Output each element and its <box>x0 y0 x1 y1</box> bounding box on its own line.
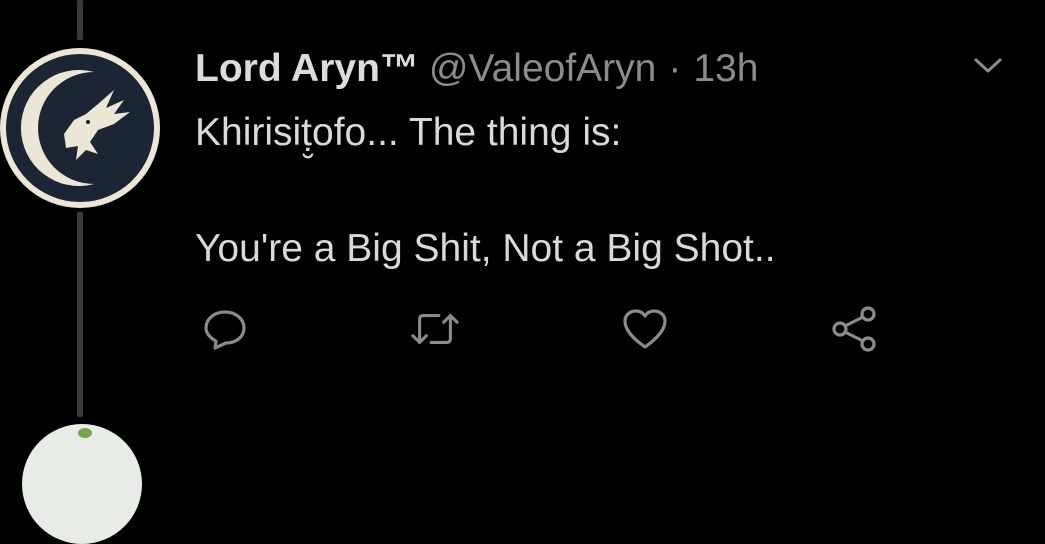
reply-button[interactable] <box>200 304 250 354</box>
tweet-actions <box>0 304 1045 354</box>
tweet-header: Lord Aryn™ @ValeofAryn · 13h <box>195 44 758 94</box>
next-tweet-avatar[interactable] <box>22 424 142 544</box>
share-icon <box>832 306 876 352</box>
user-handle[interactable]: @ValeofAryn <box>429 44 656 94</box>
share-button[interactable] <box>830 304 880 354</box>
paragraph-break <box>195 162 1015 220</box>
retweet-icon <box>411 314 459 344</box>
display-name[interactable]: Lord Aryn™ <box>195 44 419 94</box>
falcon-crest-icon <box>6 54 154 202</box>
separator-dot: · <box>668 47 682 90</box>
tweet-text: Khirisiṭ̮ofo... The thing is: You're a B… <box>195 104 1015 278</box>
timestamp[interactable]: 13h <box>693 44 758 94</box>
leaf-icon <box>78 428 92 438</box>
reply-icon <box>204 310 246 350</box>
thread-line-top <box>77 0 83 40</box>
like-button[interactable] <box>620 304 670 354</box>
retweet-button[interactable] <box>410 304 460 354</box>
avatar[interactable] <box>0 48 160 208</box>
tweet-text-line: You're a Big Shit, Not a Big Shot.. <box>195 227 776 270</box>
more-options-button[interactable] <box>968 50 1008 82</box>
heart-icon <box>623 309 667 349</box>
tweet-text-line: Khirisiṭ̮ofo... The thing is: <box>195 111 622 154</box>
chevron-down-icon <box>974 58 1002 73</box>
